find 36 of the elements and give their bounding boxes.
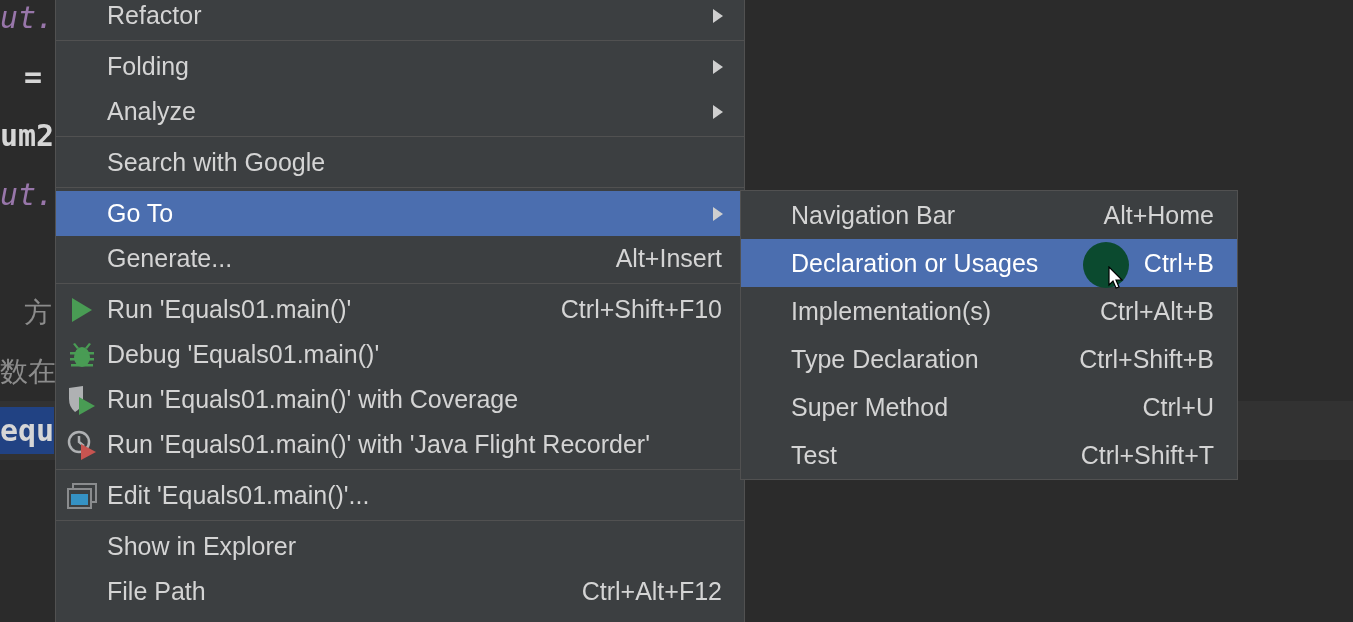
code-text: 方 — [24, 294, 52, 331]
menu-item[interactable]: Run 'Equals01.main()' Ctrl+Shift+F10 — [56, 287, 744, 332]
submenu-arrow-icon — [712, 205, 724, 222]
submenu-arrow-icon — [712, 7, 724, 24]
menu-item[interactable]: Search with Google — [56, 140, 744, 185]
menu-item[interactable]: Debug 'Equals01.main()' — [56, 332, 744, 377]
window-icon — [66, 482, 97, 509]
submenu-arrow-icon — [712, 103, 724, 120]
shield-play-icon — [66, 384, 97, 415]
menu-item[interactable]: Navigation Bar Alt+Home — [741, 191, 1237, 239]
menu-item[interactable]: Edit 'Equals01.main()'... — [56, 473, 744, 518]
play-icon — [70, 296, 93, 323]
code-text: um2 — [0, 118, 55, 153]
menu-item[interactable]: Implementation(s) Ctrl+Alt+B — [741, 287, 1237, 335]
menu-item[interactable]: Run 'Equals01.main()' with Coverage — [56, 377, 744, 422]
menu-item[interactable]: Generate... Alt+Insert — [56, 236, 744, 281]
click-indicator-icon — [1083, 242, 1129, 288]
code-text: = — [24, 59, 43, 94]
code-text: ut. — [0, 0, 55, 35]
menu-item[interactable]: Show in Explorer — [56, 524, 744, 569]
menu-item[interactable]: Folding — [56, 44, 744, 89]
code-text: equ — [0, 407, 55, 454]
menu-item[interactable]: Analyze — [56, 89, 744, 134]
menu-item[interactable]: Super Method Ctrl+U — [741, 383, 1237, 431]
bug-icon — [67, 340, 96, 369]
clock-play-icon — [66, 429, 97, 460]
submenu-arrow-icon — [712, 58, 724, 75]
menu-item[interactable]: Run 'Equals01.main()' with 'Java Flight Recorder' — [56, 422, 744, 467]
menu-item[interactable]: File Path Ctrl+Alt+F12 — [56, 569, 744, 614]
menu-item[interactable]: Refactor — [56, 0, 744, 38]
menu-item[interactable]: Test Ctrl+Shift+T — [741, 431, 1237, 479]
menu-item[interactable]: Type Declaration Ctrl+Shift+B — [741, 335, 1237, 383]
menu-item[interactable]: Declaration or Usages Ctrl+B — [741, 239, 1237, 287]
pointer-icon — [1108, 266, 1124, 290]
code-text: ut. — [0, 177, 55, 212]
code-text: 数在 — [0, 353, 56, 390]
